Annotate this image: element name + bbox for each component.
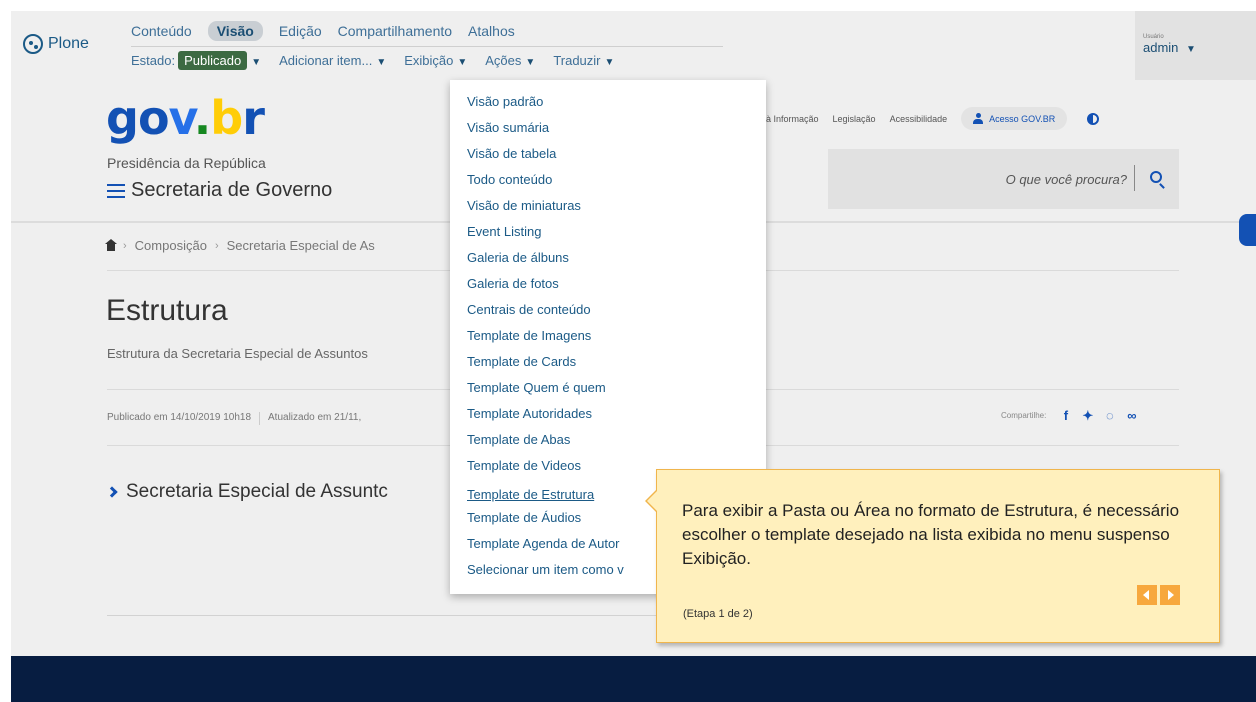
caret-down-icon: ▼ [457, 57, 468, 68]
menu-item-template-estrutura[interactable]: Template de Estrutura [458, 481, 642, 509]
display-label: Exibição [404, 53, 454, 68]
plone-logo-text: Plone [48, 35, 89, 52]
site-menu-button[interactable]: Secretaria de Governo [107, 179, 332, 202]
tour-next-button[interactable] [1160, 585, 1180, 605]
menu-item-visao-padrao[interactable]: Visão padrão [450, 92, 766, 118]
publication-dates: Publicado em 14/10/2019 10h18 Atualizado… [107, 412, 361, 425]
menu-item-visao-tabela[interactable]: Visão de tabela [450, 144, 766, 170]
tour-tooltip: Para exibir a Pasta ou Área no formato d… [645, 469, 1220, 643]
search-icon[interactable] [1150, 171, 1162, 183]
share-label: Compartilhe: [1001, 411, 1047, 420]
browser-viewport: Plone Conteúdo Visão Edição Compartilham… [11, 11, 1256, 702]
link-icon[interactable]: ∞ [1125, 409, 1138, 422]
state-badge: Publicado [178, 51, 248, 70]
toolbar-divider [131, 46, 723, 47]
facebook-icon[interactable]: f [1059, 409, 1072, 422]
site-name: Secretaria de Governo [131, 179, 333, 201]
search-placeholder: O que você procura? [1005, 172, 1127, 187]
accordion-toggle[interactable]: Secretaria Especial de Assuntc [106, 481, 388, 503]
state-label: Estado: [131, 53, 176, 68]
user-name: admin ▼ [1143, 40, 1196, 55]
menu-item-label: Template de Estrutura [467, 487, 595, 502]
menu-item-template-autoridades[interactable]: Template Autoridades [450, 404, 766, 430]
actions-label: Ações [485, 53, 522, 68]
menu-item-galeria-fotos[interactable]: Galeria de fotos [450, 274, 766, 300]
tab-compartilhamento[interactable]: Compartilhamento [338, 23, 452, 39]
presidencia-label: Presidência da República [107, 155, 266, 171]
tab-edicao[interactable]: Edição [279, 23, 322, 39]
breadcrumb-separator: › [214, 239, 219, 252]
plone-logo-icon [23, 34, 43, 54]
whatsapp-icon[interactable]: ◌ [1103, 409, 1116, 422]
triangle-left-icon [1143, 590, 1149, 600]
menu-item-visao-miniaturas[interactable]: Visão de miniaturas [450, 196, 766, 222]
menu-item-template-quem-e-quem[interactable]: Template Quem é quem [450, 378, 766, 404]
add-item-label: Adicionar item... [279, 53, 373, 68]
published-date: Publicado em 14/10/2019 10h18 [107, 412, 252, 423]
menu-item-template-cards[interactable]: Template de Cards [450, 352, 766, 378]
menu-item-template-abas[interactable]: Template de Abas [450, 430, 766, 456]
link-informacao[interactable]: à Informação [766, 114, 819, 124]
caret-down-icon: ▼ [1186, 44, 1196, 55]
login-label: Acesso GOV.BR [989, 113, 1056, 124]
page-title: Estrutura [106, 294, 228, 327]
contrast-icon[interactable] [1087, 112, 1100, 125]
home-icon[interactable] [105, 238, 117, 251]
actions-menu[interactable]: Ações ▼ [485, 53, 535, 68]
hamburger-icon [107, 183, 125, 198]
menu-item-galeria-albuns[interactable]: Galeria de álbuns [450, 248, 766, 274]
site-footer [11, 656, 1256, 702]
twitter-icon[interactable]: ✦ [1081, 409, 1094, 422]
menu-item-visao-sumaria[interactable]: Visão sumária [450, 118, 766, 144]
tour-prev-button[interactable] [1137, 585, 1157, 605]
link-legislacao[interactable]: Legislação [833, 114, 876, 124]
updated-date: Atualizado em 21/11, [268, 412, 362, 423]
triangle-right-icon [1168, 590, 1174, 600]
link-acessibilidade[interactable]: Acessibilidade [890, 114, 948, 124]
add-item-menu[interactable]: Adicionar item... ▼ [279, 53, 386, 68]
date-separator [259, 412, 261, 425]
breadcrumb-item[interactable]: Secretaria Especial de As [227, 238, 375, 253]
breadcrumb: › Composição › Secretaria Especial de As [105, 238, 375, 253]
search-separator [1134, 165, 1135, 191]
translate-menu[interactable]: Traduzir ▼ [553, 53, 614, 68]
plone-toolbar-menus: Estado: Publicado ▼ Adicionar item... ▼ Exi… [131, 51, 614, 70]
plone-toolbar-tabs: Conteúdo Visão Edição Compartilhamento A… [131, 21, 515, 41]
breadcrumb-item[interactable]: Composição [135, 238, 207, 253]
search-input[interactable]: O que você procura? [828, 149, 1179, 209]
display-menu[interactable]: Exibição ▼ [404, 53, 467, 68]
govbr-login-button[interactable]: Acesso GOV.BR [961, 107, 1068, 130]
header-links: à Informação Legislação Acessibilidade A… [766, 107, 1100, 130]
caret-down-icon: ▼ [376, 57, 387, 68]
menu-item-event-listing[interactable]: Event Listing [450, 222, 766, 248]
menu-item-todo-conteudo[interactable]: Todo conteúdo [450, 170, 766, 196]
caret-down-icon: ▼ [251, 57, 262, 68]
menu-item-centrais-conteudo[interactable]: Centrais de conteúdo [450, 300, 766, 326]
translate-label: Traduzir [553, 53, 601, 68]
menu-item-template-imagens[interactable]: Template de Imagens [450, 326, 766, 352]
tour-step-indicator: (Etapa 1 de 2) [683, 608, 753, 620]
person-icon [973, 113, 984, 124]
caret-down-icon: ▼ [525, 57, 536, 68]
tour-message: Para exibir a Pasta ou Área no formato d… [682, 501, 1180, 568]
caret-down-icon: ▼ [604, 57, 615, 68]
share-bar: Compartilhe: f ✦ ◌ ∞ [1001, 409, 1138, 422]
tab-visao[interactable]: Visão [207, 21, 263, 41]
side-feedback-tab[interactable] [1239, 214, 1256, 246]
breadcrumb-separator: › [123, 239, 127, 252]
chevron-right-icon [106, 486, 118, 498]
state-menu[interactable]: Estado: Publicado ▼ [131, 51, 262, 70]
govbr-logo[interactable]: gov.br [106, 95, 265, 141]
user-menu[interactable]: Usuário admin ▼ [1135, 11, 1256, 80]
page-description: Estrutura da Secretaria Especial de Assu… [107, 346, 368, 361]
tab-atalhos[interactable]: Atalhos [468, 23, 515, 39]
tab-conteudo[interactable]: Conteúdo [131, 23, 192, 39]
plone-logo[interactable]: Plone [23, 34, 89, 54]
accordion-title: Secretaria Especial de Assuntc [126, 481, 388, 502]
